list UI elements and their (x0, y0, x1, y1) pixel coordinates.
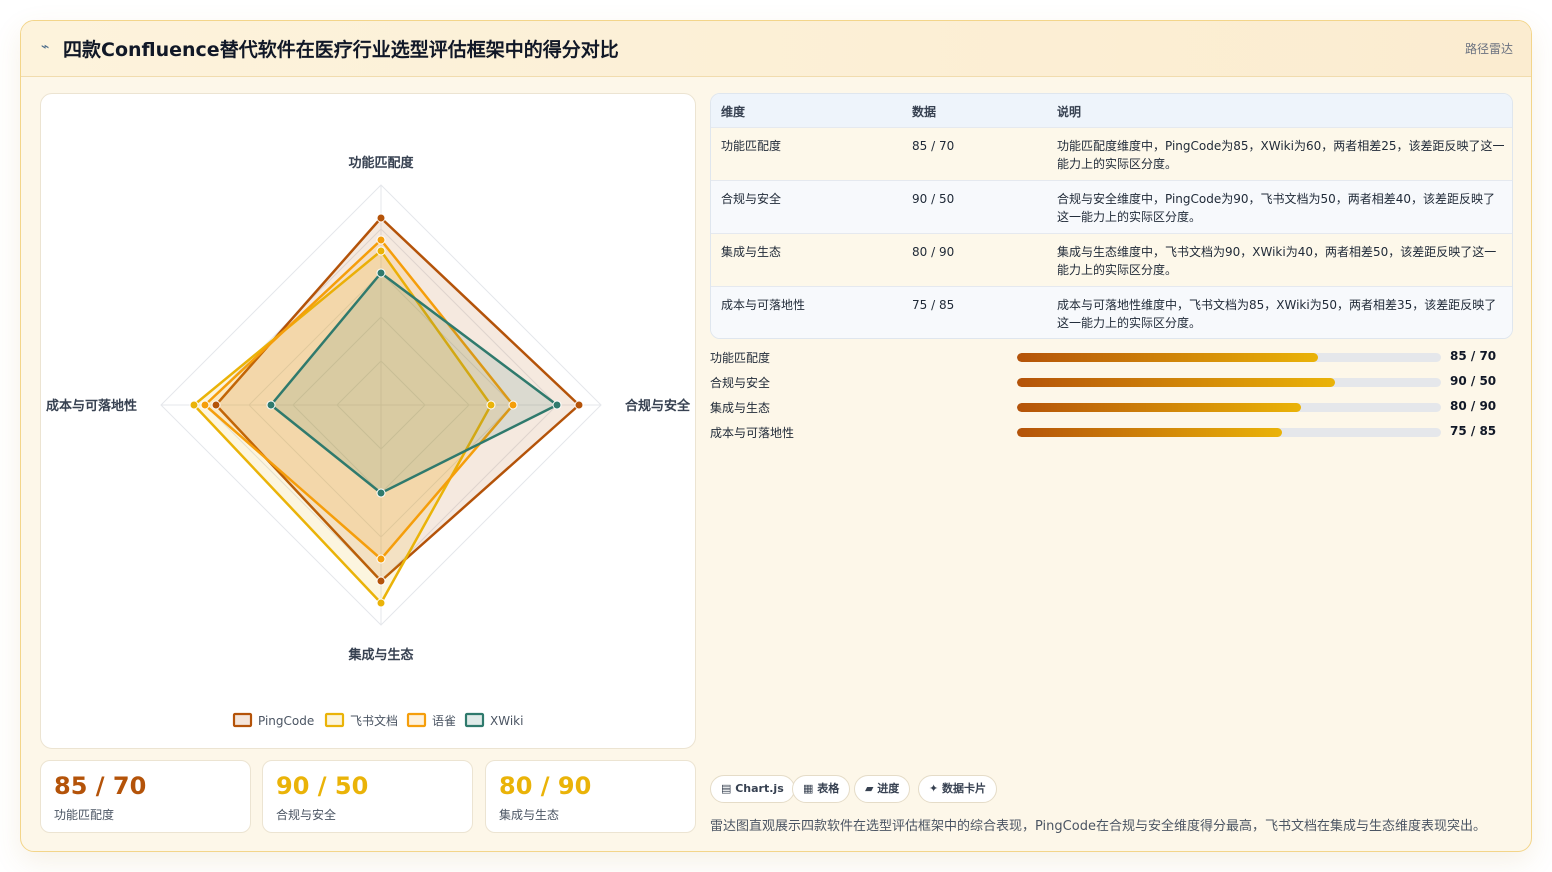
radar-data-point (376, 268, 386, 278)
cell-description: 合规与安全维度中，PingCode为90，飞书文档为50，两者相差40，该差距反… (1057, 192, 1496, 224)
cell-description: 成本与可落地性维度中，飞书文档为85，XWiki为50，两者相差35，该差距反映… (1057, 298, 1497, 330)
kpi-label: 合规与安全 (276, 808, 337, 822)
radar-data-point (376, 576, 386, 586)
progress-fill (1017, 378, 1335, 387)
legend-label: 飞书文档 (350, 713, 398, 728)
radar-data-point (211, 400, 221, 410)
cell-dimension: 成本与可落地性 (721, 298, 806, 312)
chip-label: Chart.js (735, 782, 784, 795)
radar-chart: 功能匹配度合规与安全集成与生态 成本与可落地性 PingCode 飞书文档 语雀 XWik… (46, 155, 691, 728)
legend-label: XWiki (490, 714, 523, 728)
progress-label: 功能匹配度 (710, 351, 771, 365)
progress-track (1017, 403, 1441, 412)
radar-data-point (508, 400, 518, 410)
radar-chart-panel: 功能匹配度合规与安全集成与生态 成本与可落地性 PingCode 飞书文档 语雀 XWik… (40, 93, 696, 749)
progress-track (1017, 378, 1441, 387)
chip-progress[interactable]: ▰ 进度 (854, 775, 911, 803)
radar-axis-label: 集成与生态 (347, 647, 413, 663)
cell-description: 功能匹配度维度中，PingCode为85，XWiki为60，两者相差25，该差距… (1057, 139, 1505, 171)
progress-fill (1017, 353, 1319, 362)
radar-data-point (376, 554, 386, 564)
cell-description: 集成与生态维度中，飞书文档为90，XWiki为40，两者相差50，该差距反映了这… (1057, 245, 1497, 277)
cell-data: 80 / 90 (912, 245, 955, 259)
radar-data-point (376, 213, 386, 223)
legend-label: PingCode (258, 714, 314, 728)
data-table: 维度 数据 说明 功能匹配度 85 / 70 功能匹配度维度中，PingCode… (710, 93, 1513, 339)
chip-label: 进度 (877, 782, 900, 795)
progress-row: 成本与可落地性 75 / 85 (710, 422, 1510, 442)
route-icon: ⌁ (41, 39, 50, 55)
progress-value: 80 / 90 (1450, 399, 1497, 413)
radar-axis-label: 合规与安全 (625, 398, 691, 414)
progress-value: 85 / 70 (1450, 349, 1497, 363)
radar-axis-label: 成本与可落地性 (46, 398, 137, 414)
progress-label: 合规与安全 (710, 376, 771, 390)
radar-data-point (574, 400, 584, 410)
legend-label: 语雀 (432, 714, 456, 728)
legend-swatch (324, 712, 345, 728)
progress-list: 功能匹配度 85 / 70 合规与安全 90 / 50 集成与生态 80 / 9… (710, 347, 1510, 447)
radar-data-point (376, 598, 386, 608)
table-row: 集成与生态 80 / 90 集成与生态维度中，飞书文档为90，XWiki为40，… (711, 233, 1512, 286)
kpi-value: 80 / 90 (499, 772, 592, 800)
col-header-dimension: 维度 (721, 105, 746, 119)
radar-data-point (552, 400, 562, 410)
kpi-label: 集成与生态 (499, 808, 560, 822)
chip-chartjs[interactable]: ▤ Chart.js (710, 775, 795, 803)
chip-label: 数据卡片 (942, 782, 987, 795)
col-header-data: 数据 (912, 105, 937, 119)
radar-axis-label: 功能匹配度 (348, 155, 414, 171)
kpi-card: 85 / 70 功能匹配度 (40, 760, 251, 833)
radar-data-point (486, 400, 496, 410)
radar-data-point (189, 400, 199, 410)
cell-data: 75 / 85 (912, 298, 955, 312)
kpi-card: 90 / 50 合规与安全 (262, 760, 473, 833)
progress-fill (1017, 428, 1282, 437)
header-bar: ⌁ 四款Confluence替代软件在医疗行业选型评估框架中的得分对比 路径雷达 (21, 21, 1531, 77)
legend-swatch (464, 712, 485, 728)
page-title: 四款Confluence替代软件在医疗行业选型评估框架中的得分对比 (63, 39, 619, 61)
chart-type-tag: 路径雷达 (1464, 42, 1513, 56)
radar-data-point (376, 235, 386, 245)
radar-data-point (376, 488, 386, 498)
cell-dimension: 合规与安全 (721, 192, 782, 206)
chart-footnote: 雷达图直观展示四款软件在选型评估框架中的综合表现，PingCode在合规与安全维… (710, 819, 1486, 834)
radar-data-point (200, 400, 210, 410)
progress-row: 功能匹配度 85 / 70 (710, 347, 1510, 367)
chip-data-card[interactable]: ✦ 数据卡片 (918, 775, 998, 803)
kpi-value: 90 / 50 (276, 772, 369, 800)
progress-label: 成本与可落地性 (710, 426, 795, 440)
kpi-label: 功能匹配度 (54, 808, 115, 822)
dashboard-card: ⌁ 四款Confluence替代软件在医疗行业选型评估框架中的得分对比 路径雷达… (20, 20, 1532, 852)
radar-data-point (266, 400, 276, 410)
progress-row: 集成与生态 80 / 90 (710, 397, 1510, 417)
progress-label: 集成与生态 (710, 401, 771, 415)
cell-data: 85 / 70 (912, 139, 955, 153)
progress-value: 90 / 50 (1450, 374, 1497, 388)
cell-data: 90 / 50 (912, 192, 955, 206)
table-header-row: 维度 数据 说明 (711, 94, 1512, 127)
progress-fill (1017, 403, 1302, 412)
chip-label: 表格 (817, 782, 840, 795)
table-row: 成本与可落地性 75 / 85 成本与可落地性维度中，飞书文档为85，XWiki… (711, 286, 1512, 338)
kpi-card: 80 / 90 集成与生态 (485, 760, 696, 833)
legend-swatch (232, 712, 253, 728)
table-row: 功能匹配度 85 / 70 功能匹配度维度中，PingCode为85，XWiki… (711, 127, 1512, 180)
legend-swatch (406, 712, 427, 728)
chip-table[interactable]: ▦ 表格 (792, 775, 851, 803)
table-row: 合规与安全 90 / 50 合规与安全维度中，PingCode为90，飞书文档为… (711, 180, 1512, 233)
cell-dimension: 集成与生态 (721, 245, 782, 259)
col-header-description: 说明 (1057, 105, 1082, 119)
progress-track (1017, 353, 1441, 362)
radar-data-point (376, 246, 386, 256)
cell-dimension: 功能匹配度 (721, 139, 782, 153)
progress-row: 合规与安全 90 / 50 (710, 372, 1510, 392)
progress-value: 75 / 85 (1450, 424, 1497, 438)
kpi-value: 85 / 70 (54, 772, 147, 800)
progress-track (1017, 428, 1441, 437)
